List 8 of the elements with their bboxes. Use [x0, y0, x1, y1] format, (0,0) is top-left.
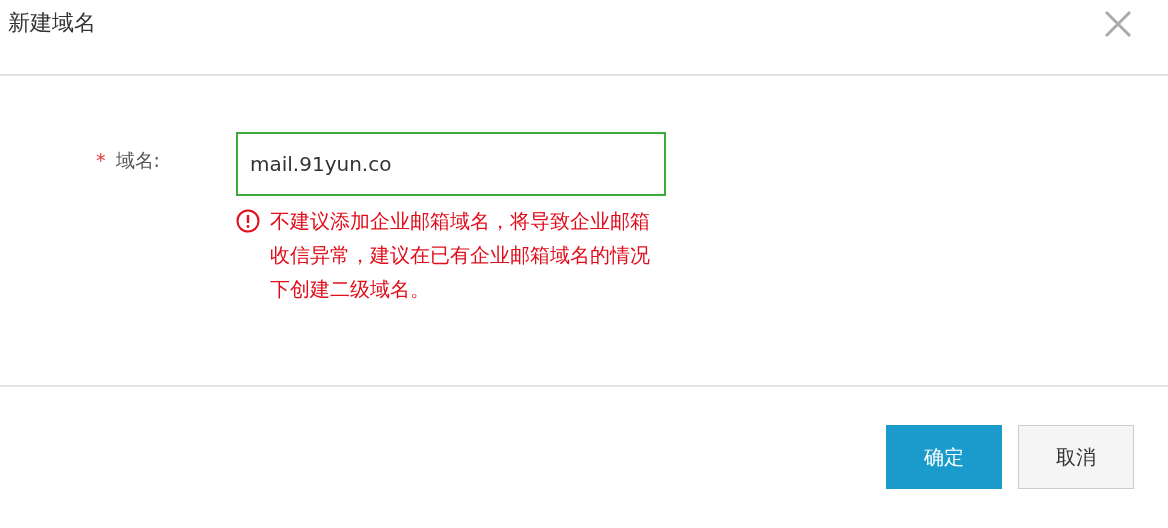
input-field[interactable]: mail.91yun.co — [236, 132, 666, 196]
cancel-button[interactable]: 取消 — [1018, 425, 1134, 489]
required-mark: * — [96, 149, 106, 171]
dialog-title: 新建域名 — [8, 9, 96, 37]
warning-icon — [236, 209, 260, 233]
label-text: 域名: — [115, 149, 160, 171]
close-icon[interactable] — [1104, 10, 1132, 38]
warning-message: 不建议添加企业邮箱域名，将导致企业邮箱收信异常，建议在已有企业邮箱域名的情况下创建二级域名。 — [270, 208, 651, 303]
